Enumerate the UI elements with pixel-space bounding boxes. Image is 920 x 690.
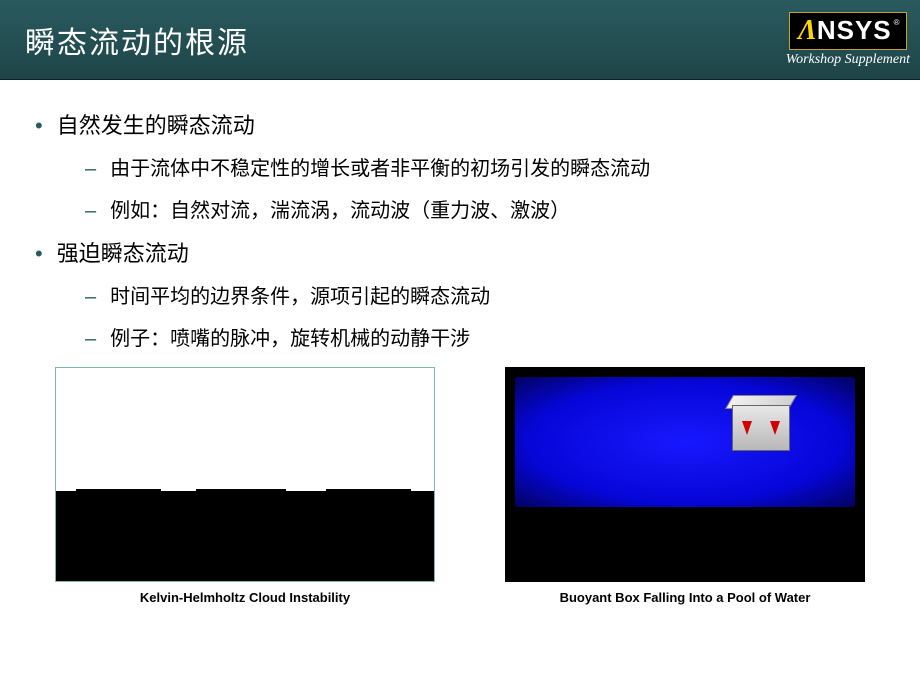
bullet-item: • 强迫瞬态流动 [35, 239, 885, 269]
figure-right: Buoyant Box Falling Into a Pool of Water [505, 367, 865, 605]
bullet-text: 例子：喷嘴的脉冲，旋转机械的动静干涉 [110, 325, 470, 353]
cloud-silhouette [56, 491, 434, 581]
workshop-supplement-label: Workshop Supplement [786, 52, 910, 68]
logo-lambda: Λ [798, 17, 817, 45]
bullet-dot-icon: • [35, 239, 43, 269]
slide-title: 瞬态流动的根源 [25, 18, 249, 62]
logo-text: NSYS [817, 17, 892, 43]
ansys-logo: Λ NSYS ® [789, 12, 906, 50]
figure-caption: Kelvin-Helmholtz Cloud Instability [140, 590, 350, 605]
water-surface [515, 377, 855, 507]
bullet-sub-item: – 时间平均的边界条件，源项引起的瞬态流动 [85, 283, 885, 311]
slide-header: 瞬态流动的根源 Λ NSYS ® Workshop Supplement [0, 0, 920, 80]
bullet-dot-icon: • [35, 111, 43, 141]
bullet-dash-icon: – [85, 197, 96, 225]
bullet-dash-icon: – [85, 155, 96, 183]
figure-left: Kelvin-Helmholtz Cloud Instability [55, 367, 435, 605]
bullet-text: 例如：自然对流，湍流涡，流动波（重力波、激波） [110, 197, 570, 225]
figure-caption: Buoyant Box Falling Into a Pool of Water [560, 590, 811, 605]
buoyant-box-image [505, 367, 865, 582]
arrow-down-icon [770, 421, 780, 435]
figure-row: Kelvin-Helmholtz Cloud Instability Buoya… [35, 367, 885, 605]
bullet-text: 时间平均的边界条件，源项引起的瞬态流动 [110, 283, 490, 311]
kelvin-helmholtz-image [55, 367, 435, 582]
bullet-sub-item: – 由于流体中不稳定性的增长或者非平衡的初场引发的瞬态流动 [85, 155, 885, 183]
arrow-down-icon [742, 421, 752, 435]
bullet-text: 自然发生的瞬态流动 [57, 111, 255, 141]
bullet-dash-icon: – [85, 283, 96, 311]
slide-content: • 自然发生的瞬态流动 – 由于流体中不稳定性的增长或者非平衡的初场引发的瞬态流… [0, 80, 920, 690]
bullet-dash-icon: – [85, 325, 96, 353]
bullet-item: • 自然发生的瞬态流动 [35, 111, 885, 141]
falling-box [732, 405, 790, 451]
bullet-sub-item: – 例如：自然对流，湍流涡，流动波（重力波、激波） [85, 197, 885, 225]
logo-block: Λ NSYS ® Workshop Supplement [786, 12, 910, 68]
bullet-text: 强迫瞬态流动 [57, 239, 189, 269]
bullet-text: 由于流体中不稳定性的增长或者非平衡的初场引发的瞬态流动 [110, 155, 650, 183]
bullet-sub-item: – 例子：喷嘴的脉冲，旋转机械的动静干涉 [85, 325, 885, 353]
logo-registered: ® [894, 18, 900, 27]
